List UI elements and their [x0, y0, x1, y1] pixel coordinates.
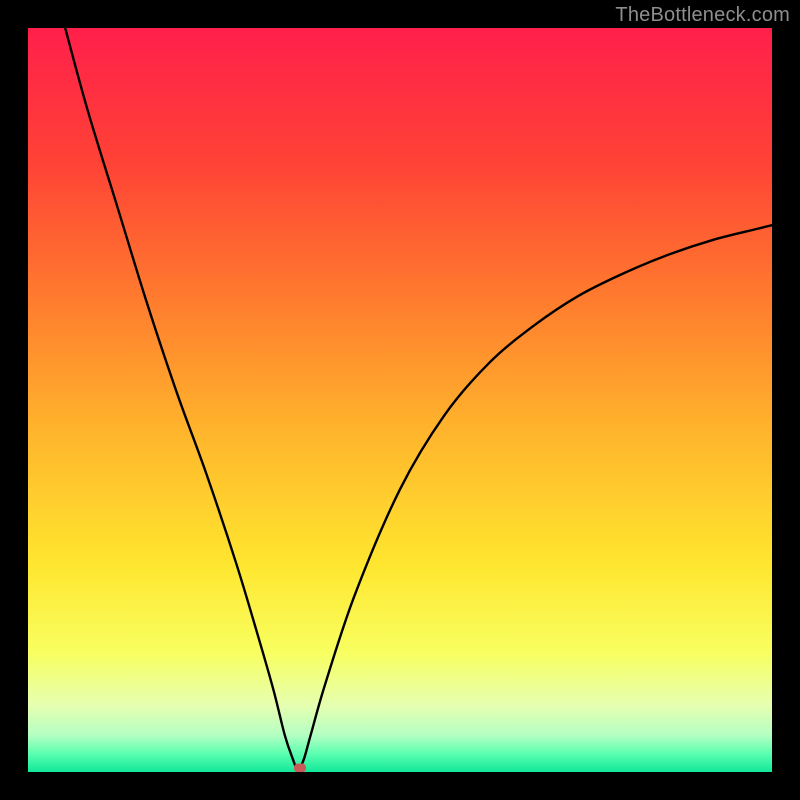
- bottleneck-curve: [65, 28, 772, 768]
- chart-stage: TheBottleneck.com: [0, 0, 800, 800]
- watermark-text: TheBottleneck.com: [615, 4, 790, 27]
- plot-area: [28, 28, 772, 772]
- minimum-marker: [294, 763, 306, 772]
- curve-layer: [28, 28, 772, 772]
